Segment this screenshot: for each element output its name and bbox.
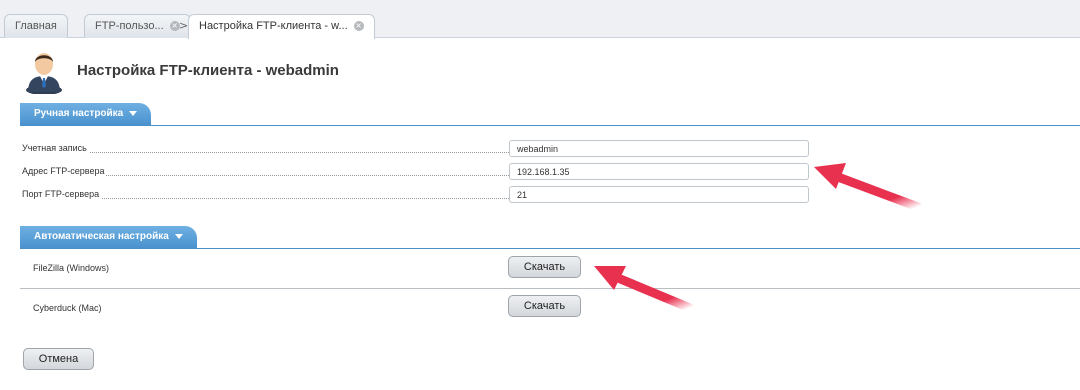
leader-dots [22,152,527,153]
auto-section-title: Автоматическая настройка [34,231,169,242]
cyberduck-download-button[interactable]: Скачать [508,295,581,317]
tab-ftp-client-settings[interactable]: Настройка FTP-клиента - w... × [188,14,375,39]
account-field[interactable] [509,140,809,157]
annotation-arrow-icon [594,266,695,313]
tab-home[interactable]: Главная [4,14,68,38]
ftp-client-settings-page: Главная FTP-пользо... × > Настройка FTP-к… [0,0,1080,390]
manual-section-header[interactable]: Ручная настройка [20,103,152,125]
caret-down-icon [129,110,138,116]
account-label: Учетная запись [22,143,89,153]
server-port-row: Порт FTP-сервера [22,186,812,204]
cancel-button[interactable]: Отмена [23,348,94,370]
cyberduck-label: Cyberduck (Mac) [33,303,102,313]
row-divider [20,288,1080,289]
user-icon [26,53,62,94]
server-address-field[interactable] [509,163,809,180]
server-address-label: Адрес FTP-сервера [22,166,107,176]
server-address-row: Адрес FTP-сервера [22,163,812,181]
tab-bar: Главная FTP-пользо... × > Настройка FTP-к… [0,0,1080,39]
tab-separator-icon: > [179,19,189,32]
server-port-label: Порт FTP-сервера [22,189,102,199]
page-title: Настройка FTP-клиента - webadmin [77,62,339,79]
manual-section-divider [20,125,1080,126]
tab-ftp-users-label: FTP-пользо... [95,20,164,32]
manual-section-title: Ручная настройка [34,108,124,119]
close-icon[interactable]: × [353,21,364,32]
annotation-arrow-icon [814,163,923,212]
auto-section-divider [20,248,1080,249]
tab-home-label: Главная [15,20,57,32]
auto-section-header[interactable]: Автоматическая настройка [20,226,197,248]
filezilla-download-button[interactable]: Скачать [508,256,581,278]
tab-ftp-users[interactable]: FTP-пользо... × [84,14,191,38]
tab-ftp-client-settings-label: Настройка FTP-клиента - w... [199,20,348,32]
filezilla-label: FileZilla (Windows) [33,263,110,273]
account-row: Учетная запись [22,140,812,158]
server-port-field[interactable] [509,186,809,203]
caret-down-icon [174,233,183,239]
